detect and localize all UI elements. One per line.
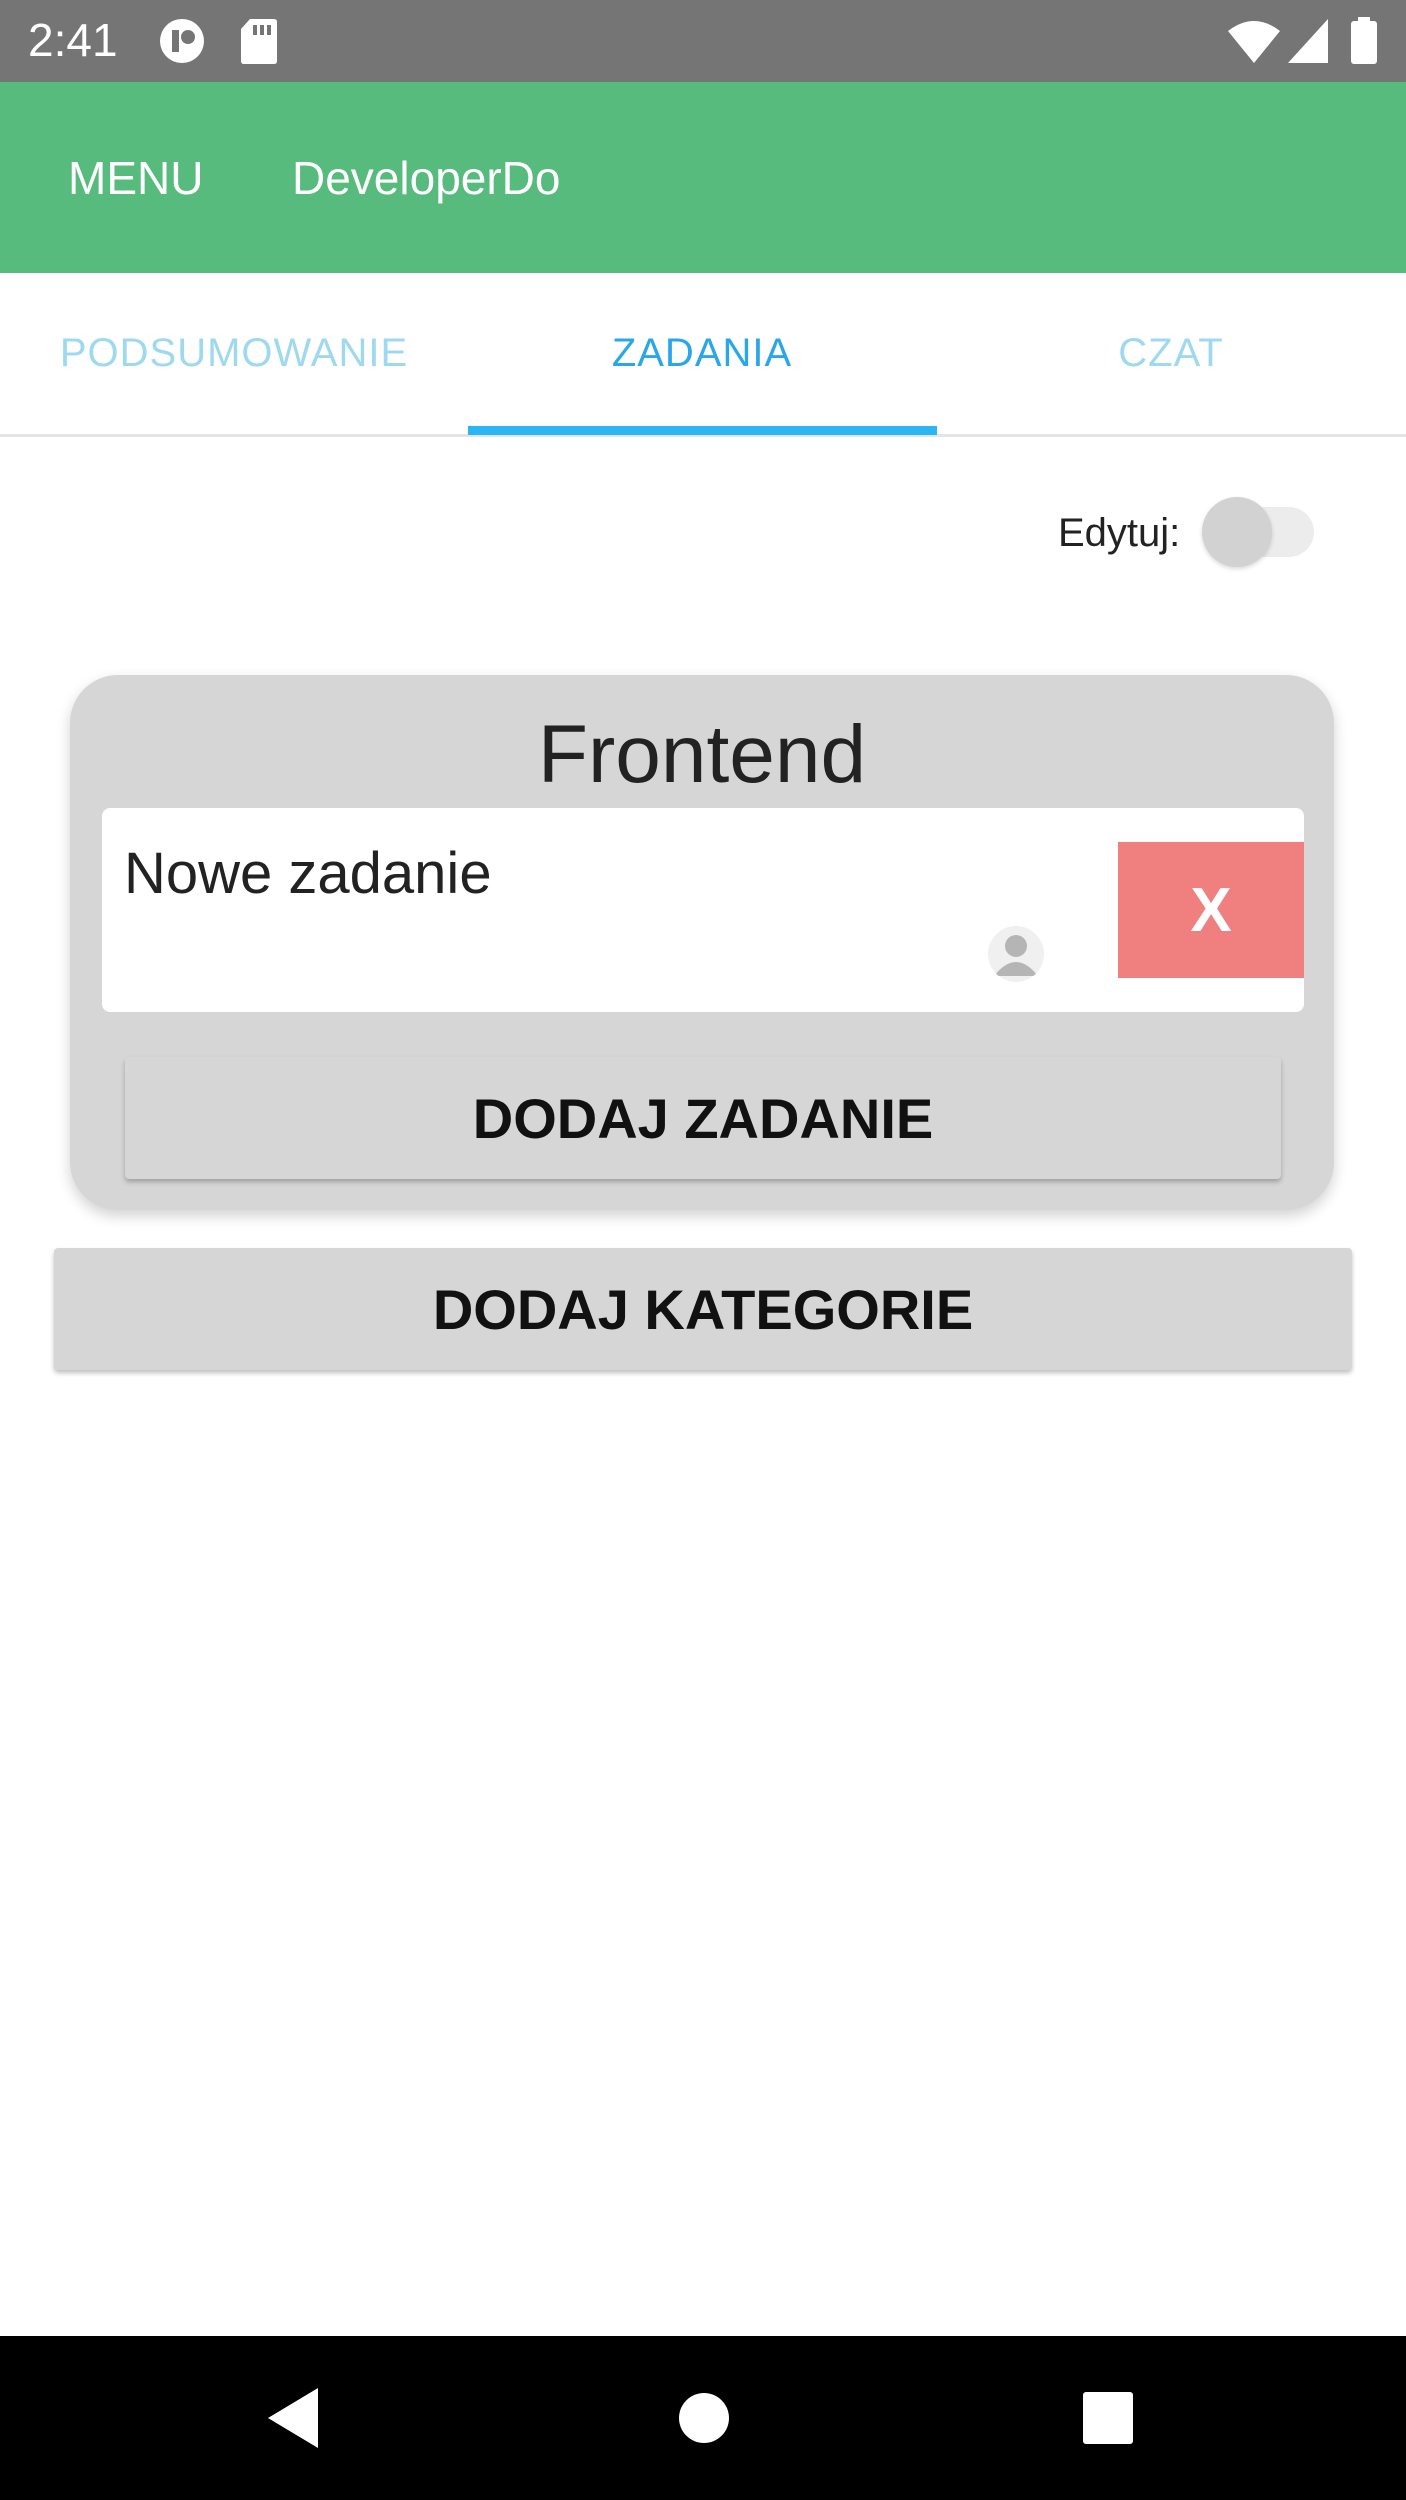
tab-czat[interactable]: CZAT — [937, 273, 1405, 434]
edit-toggle-thumb[interactable] — [1202, 497, 1272, 567]
battery-icon — [1350, 17, 1378, 69]
back-icon[interactable] — [264, 2386, 320, 2454]
status-time: 2:41 — [28, 14, 118, 66]
recents-icon[interactable] — [1082, 2386, 1134, 2454]
tab-zadania[interactable]: ZADANIA — [468, 273, 936, 434]
app-title: DeveloperDo — [292, 152, 561, 204]
category-title: Frontend — [537, 709, 867, 800]
task-name: Nowe zadanie — [124, 841, 492, 906]
tab-bar: PODSUMOWANIE ZADANIA CZAT — [0, 273, 1406, 437]
app-bar: MENU DeveloperDo — [0, 82, 1406, 273]
navigation-bar — [0, 2336, 1406, 2500]
tab-indicator — [468, 426, 937, 435]
task-item[interactable]: Nowe zadanie X — [102, 808, 1304, 1012]
menu-button[interactable]: MENU — [68, 148, 203, 208]
delete-task-button[interactable]: X — [1118, 842, 1304, 978]
tab-podsumowanie[interactable]: PODSUMOWANIE — [0, 273, 468, 434]
wifi-icon — [1226, 17, 1282, 69]
category-card: Frontend Nowe zadanie X DODAJ ZADANIE — [70, 675, 1334, 1210]
user-avatar-icon[interactable] — [988, 926, 1044, 982]
add-task-button[interactable]: DODAJ ZADANIE — [125, 1057, 1281, 1179]
signal-icon — [1286, 17, 1330, 69]
sd-card-icon — [240, 17, 278, 69]
edit-toggle-label: Edytuj: — [1058, 511, 1181, 555]
media-icon — [158, 17, 208, 69]
home-icon[interactable] — [678, 2386, 730, 2454]
add-category-button[interactable]: DODAJ KATEGORIE — [54, 1248, 1352, 1370]
status-bar: 2:41 — [0, 0, 1406, 82]
